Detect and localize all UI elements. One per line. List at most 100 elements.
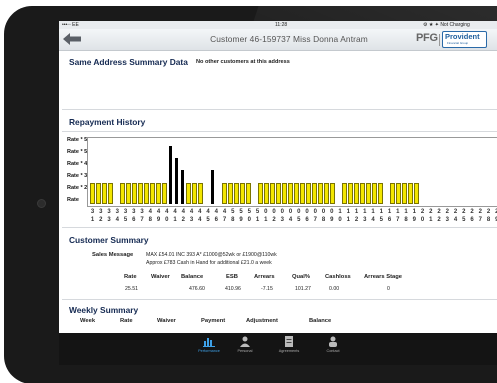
repayment-bar xyxy=(264,183,269,204)
repayment-bar xyxy=(222,183,227,204)
sales-message-line1: MAX £54.01 INC 393 A* £1000@52wk or £190… xyxy=(146,252,277,258)
status-bar: •••◦◦ EE 11:28 ⚙ ★ ✦ Not Charging xyxy=(59,21,497,29)
week-axis-label: 1 xyxy=(371,209,375,215)
repayment-bar xyxy=(414,183,419,204)
sales-message-label: Sales Message xyxy=(92,252,134,258)
col-balance: Balance xyxy=(181,274,204,280)
week-axis-label: 8 xyxy=(321,217,326,223)
week-axis-label: 4 xyxy=(115,217,119,223)
week-axis-label: 3 xyxy=(140,209,144,215)
week-axis-label: 4 xyxy=(173,209,177,215)
repayment-bar xyxy=(120,183,125,204)
repayment-bar xyxy=(390,183,395,204)
repayment-bar xyxy=(270,183,275,204)
week-axis-label: 6 xyxy=(305,217,309,223)
week-axis-label: 8 xyxy=(486,217,491,223)
week-axis-label: 9 xyxy=(156,217,161,223)
week-axis-label: 3 xyxy=(123,209,128,215)
week-axis-label: 1 xyxy=(404,209,408,215)
week-axis-label: 5 xyxy=(247,209,251,215)
repayment-bar xyxy=(246,183,251,204)
week-axis-label: 4 xyxy=(165,209,169,215)
week-axis-label: 7 xyxy=(396,217,400,223)
repayment-bar xyxy=(228,183,233,204)
pfg-logo: PFG xyxy=(416,32,438,44)
week-axis-label: 2 xyxy=(486,209,491,215)
week-axis-label: 0 xyxy=(165,217,169,223)
week-axis-label: 3 xyxy=(363,217,367,223)
week-axis-label: 2 xyxy=(462,209,466,215)
week-axis-label: 8 xyxy=(148,217,152,223)
provident-logo-text: Provident xyxy=(445,32,480,41)
weekly-col-payment: Payment xyxy=(201,318,226,324)
week-axis-label: 8 xyxy=(404,217,408,223)
weekly-col-rate: Rate xyxy=(120,318,133,324)
week-axis-label: 5 xyxy=(206,217,210,223)
repayment-bar xyxy=(360,183,365,204)
week-axis-label: 3 xyxy=(115,209,119,215)
week-axis-label: 2 xyxy=(420,209,425,215)
week-axis-label: 2 xyxy=(354,217,359,223)
divider xyxy=(62,299,497,300)
back-arrow-icon[interactable] xyxy=(61,31,83,47)
repayment-bar xyxy=(348,183,353,204)
weekly-col-adjustment: Adjustment xyxy=(246,318,278,324)
repayment-bar xyxy=(342,183,347,204)
week-axis-label: 9 xyxy=(412,217,416,223)
col-arrears: Arrears xyxy=(254,274,275,280)
divider xyxy=(62,109,497,110)
val-qual: 101.27 xyxy=(295,286,311,292)
week-axis-label: 5 xyxy=(239,209,243,215)
week-axis-label: 4 xyxy=(371,217,375,223)
week-axis-label: 1 xyxy=(338,209,342,215)
col-waiver: Waiver xyxy=(151,274,170,280)
repayment-bar xyxy=(102,183,107,204)
week-axis-label: 4 xyxy=(288,217,293,223)
week-axis-label: 1 xyxy=(379,209,383,215)
week-axis-label: 0 xyxy=(272,209,276,215)
repayment-bar xyxy=(366,183,371,204)
week-axis-label: 2 xyxy=(99,217,103,223)
week-axis-label: 1 xyxy=(429,217,433,223)
week-axis-label: 1 xyxy=(363,209,367,215)
week-axis-label: 5 xyxy=(297,217,301,223)
rate-axis-label: Rate * 4 xyxy=(67,161,88,167)
chart-icon xyxy=(203,338,215,347)
week-axis-label: 3 xyxy=(132,209,136,215)
customer-summary-title: Customer Summary xyxy=(69,235,149,245)
page-title: Customer 46-159737 Miss Donna Antram xyxy=(210,34,368,44)
person-icon xyxy=(240,336,250,347)
repayment-bar xyxy=(132,183,137,204)
week-axis-label: 8 xyxy=(231,217,235,223)
repayment-bar xyxy=(234,183,239,204)
repayment-bar xyxy=(396,183,401,204)
week-axis-label: 0 xyxy=(247,217,251,223)
week-axis-label: 4 xyxy=(453,217,458,223)
week-axis-label: 7 xyxy=(140,217,144,223)
repayment-bar xyxy=(402,183,407,204)
week-axis-label: 6 xyxy=(387,217,392,223)
document-icon xyxy=(285,336,293,347)
week-axis-label: 2 xyxy=(437,209,441,215)
week-axis-label: 0 xyxy=(330,209,334,215)
week-axis-label: 3 xyxy=(280,217,284,223)
week-axis-label: 2 xyxy=(470,209,474,215)
week-axis-label: 7 xyxy=(313,217,317,223)
week-axis-label: 5 xyxy=(231,209,235,215)
repayment-bar xyxy=(162,183,167,204)
val-balance: 476.60 xyxy=(189,286,205,292)
over-payment-bar xyxy=(211,170,214,204)
tab-bar: Performance Personal Agreements Contact xyxy=(59,333,497,365)
repayment-bar xyxy=(282,183,287,204)
week-axis-label: 0 xyxy=(338,217,342,223)
val-arrears-stage: 0 xyxy=(387,286,390,292)
weekly-col-waiver: Waiver xyxy=(157,318,176,324)
repayment-bar xyxy=(312,183,317,204)
weekly-col-week: Week xyxy=(80,318,96,324)
week-axis-label: 6 xyxy=(132,217,136,223)
repayment-chart xyxy=(87,137,497,207)
col-esb: ESB xyxy=(226,274,238,280)
week-axis-label: 1 xyxy=(346,209,350,215)
week-axis-label: 6 xyxy=(214,217,218,223)
repayment-bar xyxy=(126,183,131,204)
